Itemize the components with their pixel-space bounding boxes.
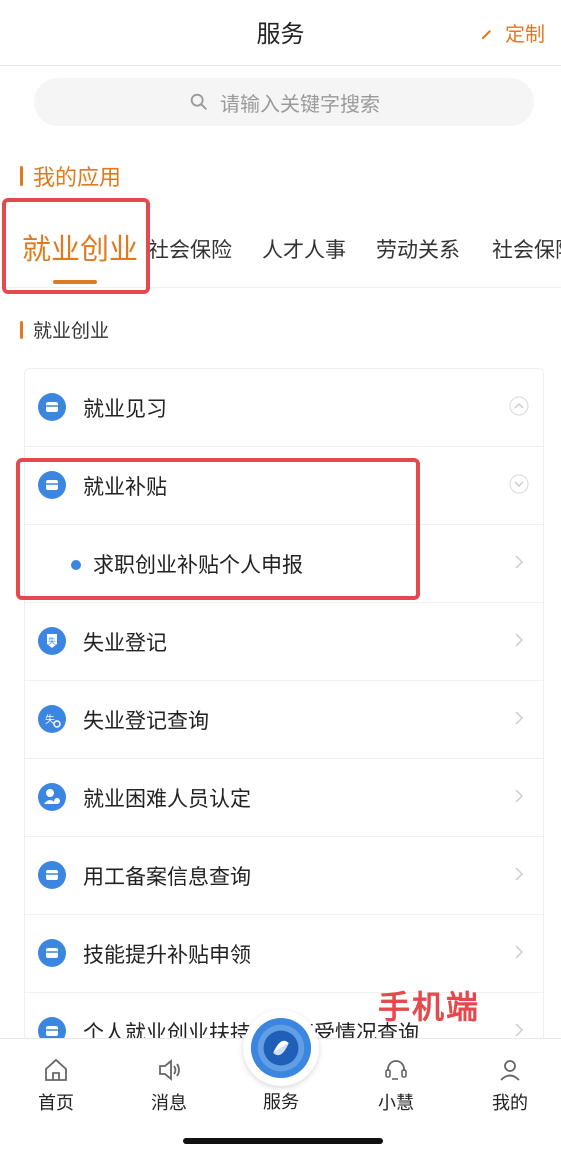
list-item-employment-record[interactable]: 用工备案信息查询	[25, 837, 543, 915]
employment-record-icon	[38, 861, 66, 889]
section-bar	[20, 320, 23, 339]
unemployment-register-icon: 失	[38, 627, 66, 655]
tab-social-insurance-2[interactable]: 社会保险	[492, 234, 561, 264]
tab-talent-personnel[interactable]: 人才人事	[262, 234, 346, 264]
skill-subsidy-icon	[38, 939, 66, 967]
home-indicator	[183, 1138, 383, 1144]
search-placeholder: 请输入关键字搜索	[220, 91, 380, 116]
service-logo-icon	[250, 1017, 312, 1079]
chevron-right-icon	[515, 633, 524, 647]
list-item-unemployment-query[interactable]: 失 失业登记查询	[25, 681, 543, 759]
chevron-right-icon	[515, 555, 524, 569]
assistant-icon	[385, 1060, 407, 1080]
difficulty-identify-icon	[38, 783, 66, 811]
chevron-right-icon	[515, 711, 524, 725]
chevron-right-icon	[515, 867, 524, 881]
edit-icon	[482, 29, 491, 39]
list-item-label: 就业见习	[83, 397, 167, 421]
page-title: 服务	[256, 20, 305, 48]
nav-home[interactable]: 首页	[16, 1057, 96, 1115]
employment-section-label: 就业创业	[33, 320, 110, 342]
nav-service-center[interactable]	[243, 1010, 319, 1086]
list-item-label: 失业登记查询	[83, 709, 209, 733]
message-icon	[159, 1059, 180, 1081]
nav-message[interactable]: 消息	[129, 1057, 209, 1115]
collapse-chevron-icon[interactable]	[509, 396, 529, 416]
home-icon	[45, 1058, 67, 1081]
subsidy-annotation-box	[16, 458, 420, 600]
nav-assistant-label: 小慧	[378, 1093, 414, 1114]
tab-labor-relations[interactable]: 劳动关系	[376, 234, 460, 264]
list-item-unemployment-register[interactable]: 失 失业登记	[25, 603, 543, 681]
job-practice-icon	[38, 393, 66, 421]
chevron-right-icon	[515, 945, 524, 959]
nav-service-label: 服务	[263, 1092, 299, 1113]
chevron-right-icon	[515, 789, 524, 803]
nav-home-label: 首页	[38, 1093, 74, 1114]
list-item-label: 失业登记	[83, 631, 167, 655]
my-apps-title: 我的应用	[20, 160, 121, 192]
top-header: 服务 定制	[0, 0, 561, 66]
nav-profile[interactable]: 我的	[470, 1057, 550, 1115]
chevron-right-icon	[515, 1023, 524, 1037]
search-bar[interactable]: 请输入关键字搜索	[34, 78, 534, 126]
nav-assistant[interactable]: 小慧	[356, 1057, 436, 1115]
employment-section-title: 就业创业	[20, 316, 109, 343]
nav-message-label: 消息	[151, 1093, 187, 1114]
search-icon	[190, 93, 207, 110]
list-item-label: 技能提升补贴申领	[83, 943, 251, 967]
mobile-watermark: 手机端	[378, 988, 481, 1026]
list-item-label: 用工备案信息查询	[83, 865, 251, 889]
list-item-job-practice[interactable]: 就业见习	[25, 369, 543, 447]
tab-annotation-box	[2, 198, 150, 294]
my-apps-label: 我的应用	[33, 166, 122, 191]
nav-profile-label: 我的	[492, 1093, 528, 1114]
section-bar	[20, 166, 23, 186]
list-item-difficulty-identify[interactable]: 就业困难人员认定	[25, 759, 543, 837]
expand-chevron-icon[interactable]	[509, 474, 529, 494]
tab-social-insurance[interactable]: 社会保险	[148, 234, 232, 264]
svg-text:失: 失	[48, 636, 56, 646]
unemployment-query-icon: 失	[38, 705, 66, 733]
profile-icon	[500, 1060, 520, 1081]
customize-label: 定制	[505, 22, 545, 46]
list-item-label: 就业困难人员认定	[83, 787, 251, 811]
customize-button[interactable]: 定制	[479, 18, 545, 47]
